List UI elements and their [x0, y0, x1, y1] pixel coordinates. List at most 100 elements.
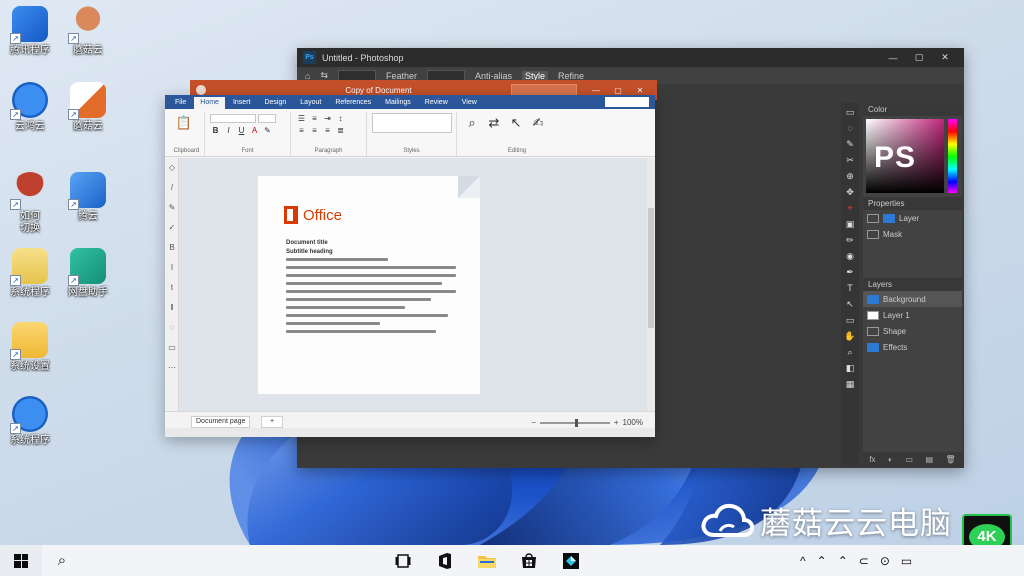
styles-gallery[interactable]: [372, 113, 452, 133]
zoom-tool-icon[interactable]: ⌕: [843, 347, 857, 358]
ps-layer-row[interactable]: Background: [863, 291, 962, 307]
tab-view[interactable]: View: [456, 97, 483, 109]
font-name-field[interactable]: [210, 113, 256, 123]
ppt-maximize-button[interactable]: ▢: [607, 86, 629, 95]
paste-icon[interactable]: 📋: [174, 113, 194, 133]
ps-color-picker[interactable]: PS: [866, 119, 944, 193]
ps-option-feather[interactable]: Feather: [386, 71, 417, 81]
word-document-area[interactable]: ◇ / ✎ ✓ B I t ‖ ◌ ▭ ⋯ Office Document ti…: [165, 158, 655, 411]
indent-icon[interactable]: ⇥: [322, 114, 333, 123]
new-layer-icon[interactable]: ▭: [905, 455, 913, 464]
draw-icon[interactable]: /: [165, 178, 179, 198]
office-taskbar-icon[interactable]: [434, 550, 456, 572]
pause-icon[interactable]: ‖: [165, 298, 179, 318]
desktop-icon-4[interactable]: ↗ 蘑菇云: [60, 82, 116, 133]
select-tool-icon[interactable]: ↖: [843, 299, 857, 310]
ps-minimize-button[interactable]: —: [880, 53, 906, 63]
align-center-icon[interactable]: ≡: [309, 126, 320, 135]
hand-tool-icon[interactable]: ✋: [843, 331, 857, 342]
home-icon[interactable]: ⌂: [305, 71, 310, 81]
marquee-tool-icon[interactable]: ▭: [843, 107, 857, 118]
fx-icon[interactable]: fx: [869, 455, 875, 464]
replace-icon[interactable]: ⇄: [484, 113, 504, 133]
dodge-tool-icon[interactable]: ◉: [843, 251, 857, 262]
tab-layout[interactable]: Layout: [294, 97, 327, 109]
zoom-level[interactable]: 100%: [623, 418, 643, 427]
adjustment-icon[interactable]: ◐: [888, 455, 893, 464]
ps-titlebar[interactable]: Ps Untitled - Photoshop — ▢ ✕: [297, 48, 964, 67]
highlight-icon[interactable]: ✎: [262, 126, 273, 135]
ps-properties-row[interactable]: Layer: [863, 210, 962, 226]
eyedropper-tool-icon[interactable]: ⊕: [843, 171, 857, 182]
ps-properties-row[interactable]: Mask: [863, 226, 962, 242]
scrollbar-thumb[interactable]: [648, 208, 654, 328]
numbering-icon[interactable]: ≡: [309, 114, 320, 123]
tab-file[interactable]: File: [169, 97, 192, 109]
desktop-icon-2[interactable]: ↗ 蘑菇云: [60, 6, 116, 57]
tray-network-icon[interactable]: ⌃: [817, 554, 827, 568]
zoom-slider-knob[interactable]: [574, 418, 578, 427]
photoshop-taskbar-icon[interactable]: [560, 550, 582, 572]
ps-option-refine[interactable]: Refine: [558, 71, 584, 81]
more-icon[interactable]: ⋯: [165, 358, 179, 378]
task-view-icon[interactable]: [392, 550, 414, 572]
ruler-icon[interactable]: ▭: [165, 338, 179, 358]
word-vertical-scrollbar[interactable]: [647, 158, 655, 411]
file-explorer-icon[interactable]: [476, 550, 498, 572]
word-tell-me-box[interactable]: [605, 97, 649, 107]
check-icon[interactable]: ✓: [165, 218, 179, 238]
zoom-out-icon[interactable]: −: [531, 418, 536, 427]
editor-icon[interactable]: ✍: [528, 113, 548, 133]
stamp-tool-icon[interactable]: ▣: [843, 219, 857, 230]
brush-tool-icon[interactable]: ✎: [843, 139, 857, 150]
ps-layer-row[interactable]: Effects: [863, 339, 962, 355]
document-page[interactable]: Office Document title Subtitle heading: [258, 176, 480, 394]
tab-references[interactable]: References: [329, 97, 377, 109]
text-side-icon[interactable]: t: [165, 278, 179, 298]
quickmask-tool-icon[interactable]: ▦: [843, 379, 857, 390]
ps-option-antialias[interactable]: Anti-alias: [475, 71, 512, 81]
tray-overflow-icon[interactable]: ^: [800, 554, 806, 568]
font-size-field[interactable]: [258, 113, 276, 123]
move-tool-icon[interactable]: ✥: [843, 187, 857, 198]
italic-side-icon[interactable]: I: [165, 258, 179, 278]
tab-design[interactable]: Design: [258, 97, 292, 109]
justify-icon[interactable]: ≣: [335, 126, 346, 135]
desktop-icon-7[interactable]: ↗ 系统程序: [2, 248, 58, 299]
start-button[interactable]: [0, 545, 42, 576]
tray-status-icon[interactable]: ⊙: [880, 554, 890, 568]
ps-layer-row[interactable]: Shape: [863, 323, 962, 339]
sort-icon[interactable]: ↕: [335, 114, 346, 123]
desktop-icon-6[interactable]: ↗ 腾云: [60, 172, 116, 223]
shape-tool-icon[interactable]: ▭: [843, 315, 857, 326]
align-right-icon[interactable]: ≡: [322, 126, 333, 135]
pen-tool-icon[interactable]: ✒: [843, 267, 857, 278]
group-icon[interactable]: ▤: [925, 455, 933, 464]
font-color-icon[interactable]: A: [249, 126, 260, 135]
bold-side-icon[interactable]: B: [165, 238, 179, 258]
zoom-in-icon[interactable]: +: [614, 418, 619, 427]
lasso-side-icon[interactable]: ◌: [165, 318, 179, 338]
ps-hue-slider[interactable]: [948, 119, 957, 193]
crop-tool-icon[interactable]: ✂: [843, 155, 857, 166]
color-swatch-icon[interactable]: ◧: [843, 363, 857, 374]
cursor-icon[interactable]: ◇: [165, 158, 179, 178]
tab-review[interactable]: Review: [419, 97, 454, 109]
zoom-control[interactable]: − + 100%: [531, 418, 643, 427]
tab-insert[interactable]: Insert: [227, 97, 257, 109]
tab-home[interactable]: Home: [194, 97, 225, 109]
type-tool-icon[interactable]: T: [843, 283, 857, 294]
find-icon[interactable]: ⌕: [462, 113, 482, 133]
bold-icon[interactable]: B: [210, 126, 221, 135]
ps-layer-row[interactable]: Layer 1: [863, 307, 962, 323]
pen-icon[interactable]: ✎: [165, 198, 179, 218]
desktop-icon-10[interactable]: ↗ 系统程序: [2, 396, 58, 447]
trash-icon[interactable]: 🗑: [946, 455, 956, 464]
healing-tool-icon[interactable]: ⌖: [843, 203, 857, 214]
lasso-tool-icon[interactable]: ◌: [843, 123, 857, 134]
document-tab[interactable]: Document page: [191, 416, 251, 428]
tray-input-icon[interactable]: ⊂: [859, 554, 869, 568]
ppt-minimize-button[interactable]: —: [585, 86, 607, 95]
word-window[interactable]: File Home Insert Design Layout Reference…: [165, 95, 655, 437]
tab-mailings[interactable]: Mailings: [379, 97, 417, 109]
